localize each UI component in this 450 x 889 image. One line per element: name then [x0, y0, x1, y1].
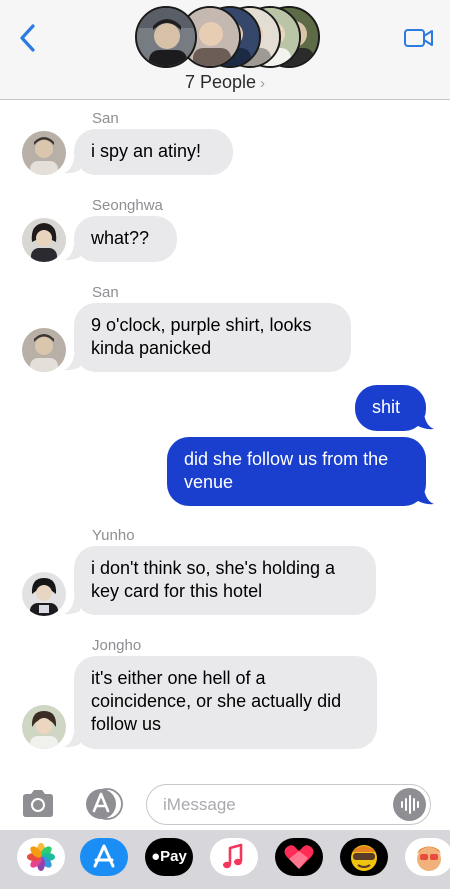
app-store-icon: [93, 844, 115, 868]
app-store-app-button[interactable]: [80, 838, 128, 876]
sender-name: Jongho: [92, 637, 142, 654]
message-text: i don't think so, she's holding a: [91, 558, 336, 578]
apple-pay-app-button[interactable]: ●Pay: [145, 838, 193, 876]
memoji-app-button[interactable]: [340, 838, 388, 876]
message-text: key card for this hotel: [91, 581, 263, 601]
apps-button[interactable]: [83, 787, 125, 821]
photos-icon: [27, 843, 55, 871]
back-button[interactable]: [14, 22, 42, 54]
message-bubble[interactable]: did she follow us from the venue: [167, 437, 426, 506]
audio-waveform-icon: [401, 795, 419, 814]
message-bubble[interactable]: it's either one hell of a coincidence, o…: [74, 656, 377, 749]
message-bubble[interactable]: what??: [74, 216, 177, 262]
camera-button[interactable]: [19, 788, 57, 820]
message-input-field[interactable]: [146, 784, 431, 825]
memoji-stickers-app-button[interactable]: [405, 838, 450, 876]
message-text: venue: [184, 472, 234, 492]
message-bubble[interactable]: 9 o'clock, purple shirt, looks kinda pan…: [74, 303, 351, 372]
group-name-button[interactable]: 7 People ›: [0, 72, 450, 93]
video-camera-icon: [404, 29, 433, 47]
memoji-icon: [351, 845, 377, 871]
digital-touch-app-button[interactable]: [275, 838, 323, 876]
sender-name: San: [92, 284, 119, 301]
message-bubble[interactable]: i spy an atiny!: [74, 129, 233, 175]
sender-name: Yunho: [92, 527, 135, 544]
message-text: it's either one hell of a: [91, 668, 266, 688]
music-app-button[interactable]: [210, 838, 258, 876]
message-text: 9 o'clock, purple shirt, looks: [91, 315, 312, 335]
avatar[interactable]: [22, 572, 66, 616]
app-drawer: ●Pay: [0, 830, 450, 889]
conversation-header: 7 People ›: [0, 0, 450, 100]
avatar[interactable]: [22, 705, 66, 749]
message-bubble[interactable]: shit: [355, 385, 426, 431]
message-input[interactable]: [163, 793, 383, 817]
group-avatar-stack[interactable]: [135, 6, 320, 68]
chevron-right-icon: ›: [260, 75, 266, 92]
sender-name: San: [92, 110, 119, 127]
photos-app-button[interactable]: [17, 838, 65, 876]
message-text: follow us: [91, 714, 162, 734]
message-bubble[interactable]: i don't think so, she's holding a key ca…: [74, 546, 376, 615]
memoji-stickers-icon: [417, 846, 441, 871]
message-text: shit: [372, 397, 401, 417]
message-text: kinda panicked: [91, 338, 212, 358]
facetime-button[interactable]: [403, 26, 435, 50]
avatar[interactable]: [22, 131, 66, 175]
message-text: did she follow us from the: [184, 449, 389, 469]
sender-name: Seonghwa: [92, 197, 163, 214]
avatar[interactable]: [22, 218, 66, 262]
group-name-label: 7 People: [184, 72, 257, 92]
group-member-avatar: [135, 6, 197, 68]
message-text: i spy an atiny!: [91, 141, 202, 161]
apple-pay-icon: ●Pay: [151, 848, 187, 865]
message-text: what??: [91, 228, 150, 248]
chevron-left-icon: [20, 24, 35, 52]
message-text: coincidence, or she actually did: [91, 691, 342, 711]
audio-message-button[interactable]: [393, 788, 426, 821]
app-store-icon: [86, 788, 123, 820]
avatar[interactable]: [22, 328, 66, 372]
digital-touch-icon: [284, 845, 314, 869]
camera-icon: [23, 790, 53, 817]
music-icon: [223, 843, 243, 869]
